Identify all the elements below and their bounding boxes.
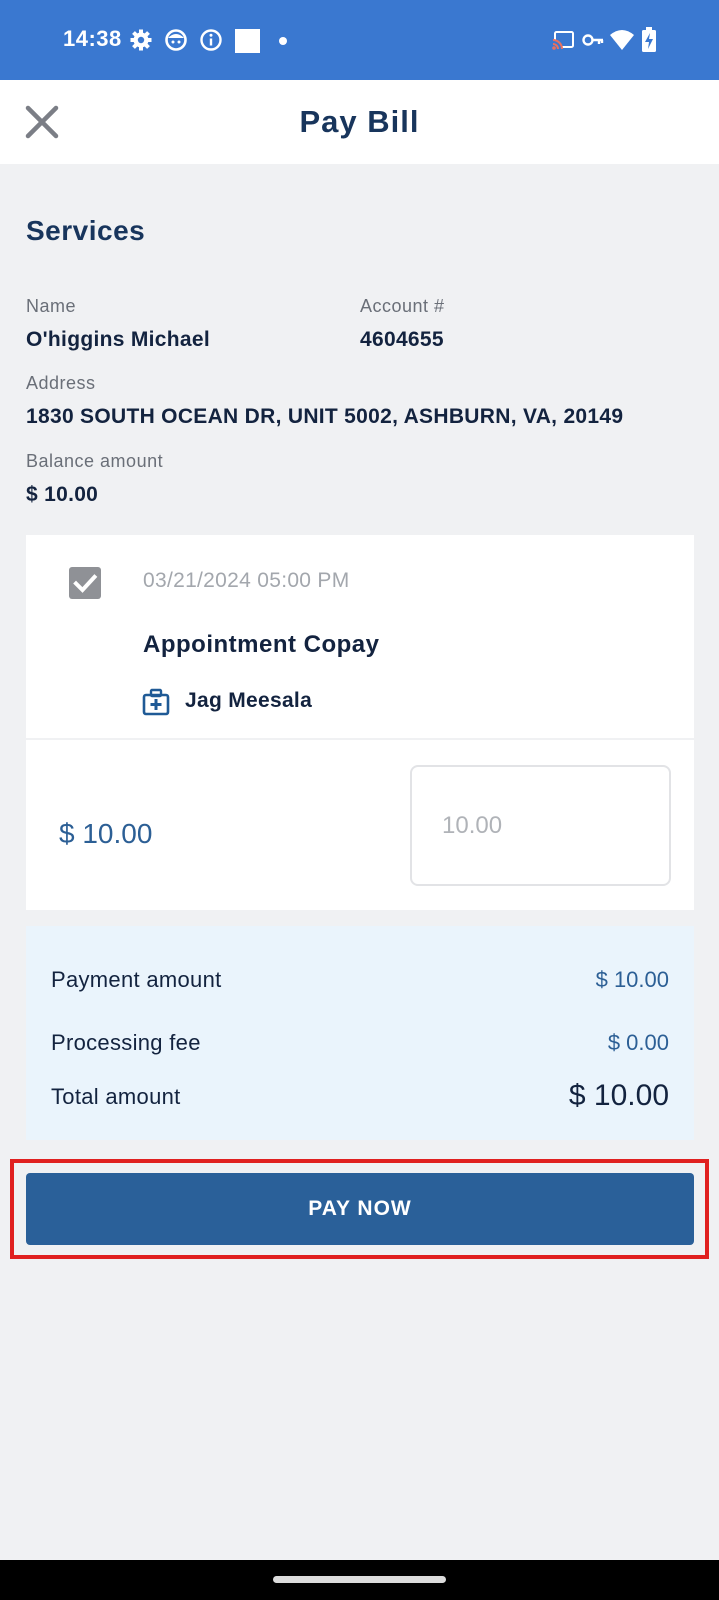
processing-fee-label: Processing fee [51, 1030, 201, 1055]
status-time: 14:38 [63, 26, 122, 51]
name-label: Name [26, 296, 77, 316]
navigation-bar [0, 1560, 719, 1600]
wifi-icon [610, 30, 634, 50]
square-icon [235, 29, 260, 53]
processing-fee-value: $ 0.00 [607, 1030, 669, 1055]
bill-item-amount: $ 10.00 [59, 818, 153, 849]
dot-icon [279, 37, 287, 45]
balance-label: Balance amount [26, 451, 164, 471]
amount-card: $ 10.00 [26, 740, 694, 910]
name-value: O'higgins Michael [26, 328, 210, 351]
address-label: Address [26, 373, 96, 393]
balance-value: $ 10.00 [26, 483, 99, 506]
cast-icon [552, 31, 574, 52]
checkmark-icon [73, 574, 98, 593]
account-value: 4604655 [360, 328, 444, 351]
payment-amount-label: Payment amount [51, 967, 222, 992]
address-value: 1830 SOUTH OCEAN DR, UNIT 5002, ASHBURN,… [26, 405, 624, 428]
account-label: Account # [360, 296, 445, 316]
total-amount-label: Total amount [51, 1084, 181, 1109]
pay-now-button[interactable]: PAY NOW [26, 1173, 694, 1245]
medical-kit-icon [142, 688, 170, 716]
info-icon [200, 29, 222, 51]
payment-amount-value: $ 10.00 [595, 967, 669, 992]
payment-summary: Payment amount $ 10.00 Processing fee $ … [26, 926, 694, 1140]
provider-name: Jag Meesala [185, 689, 313, 712]
status-bar: 14:38 [0, 0, 719, 80]
bill-item-date: 03/21/2024 05:00 PM [143, 569, 350, 592]
home-handle[interactable] [273, 1576, 446, 1583]
bill-item-checkbox[interactable] [69, 567, 101, 599]
battery-charging-icon [642, 27, 656, 52]
services-heading: Services [26, 215, 146, 246]
bill-item-card: 03/21/2024 05:00 PM Appointment Copay Ja… [26, 535, 694, 738]
payment-amount-input[interactable] [410, 765, 671, 886]
settings-icon [130, 29, 152, 51]
face-icon [165, 29, 187, 51]
app-bar: Pay Bill [0, 80, 719, 164]
vpn-key-icon [582, 34, 604, 46]
total-amount-value: $ 10.00 [568, 1079, 669, 1112]
bill-item-title: Appointment Copay [143, 631, 380, 658]
page-title: Pay Bill [299, 104, 420, 139]
